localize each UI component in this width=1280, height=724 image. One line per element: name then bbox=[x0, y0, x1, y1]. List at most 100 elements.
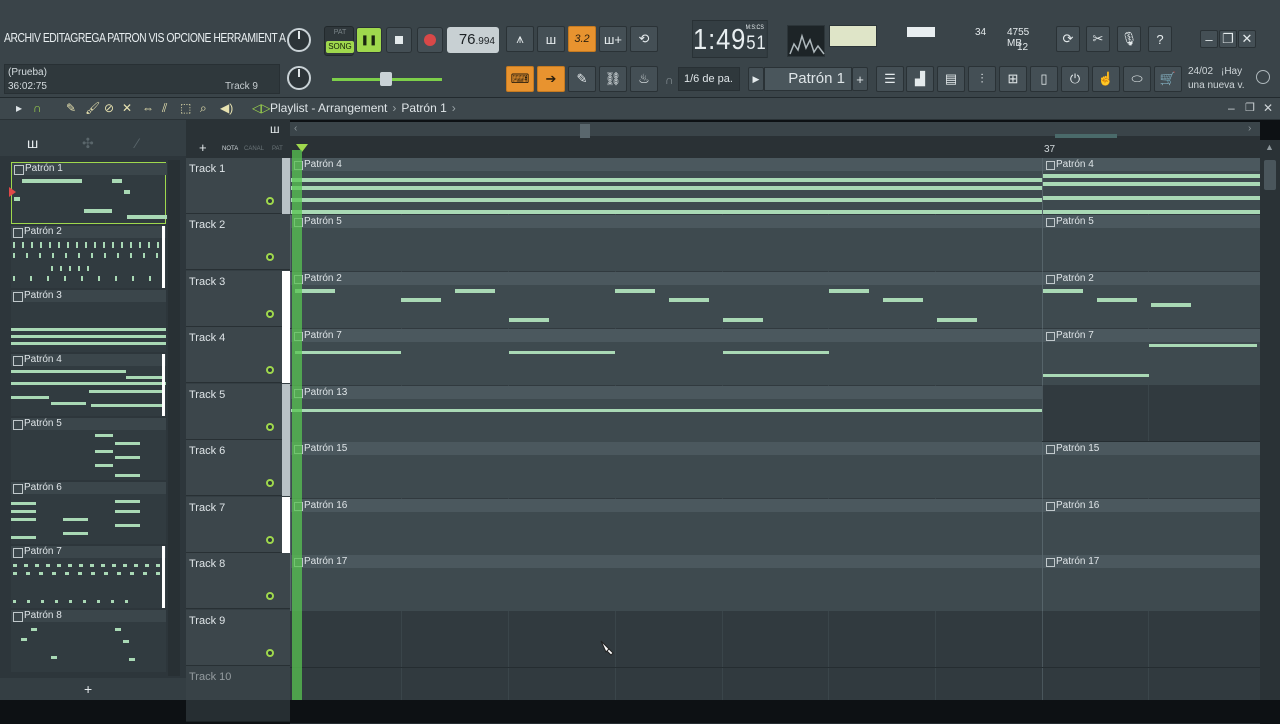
pattern-thumb-4[interactable]: Patrón 4 bbox=[11, 354, 166, 416]
scrollbar-thumb[interactable] bbox=[1264, 160, 1276, 190]
plugin-picker-button[interactable]: ⏻ bbox=[1061, 66, 1089, 92]
playlist-minimize-icon[interactable]: – bbox=[1228, 101, 1235, 115]
mute-tool-icon[interactable]: ✕ bbox=[122, 101, 132, 115]
track-header-5[interactable]: Track 5 bbox=[186, 384, 290, 440]
lane-track-6[interactable]: Patrón 15 Patrón 15 bbox=[290, 442, 1260, 498]
track-mute-led[interactable] bbox=[266, 366, 274, 374]
track-mute-led[interactable] bbox=[266, 310, 274, 318]
add-pattern-footer-button[interactable]: + bbox=[84, 681, 92, 697]
typing-keyboard-button[interactable]: ⌨ bbox=[506, 66, 534, 92]
lane-track-1[interactable]: Patrón 4 Patrón 4 bbox=[290, 158, 1260, 214]
overview-handle[interactable] bbox=[580, 124, 590, 138]
pattern-thumb-5[interactable]: Patrón 5 bbox=[11, 418, 166, 480]
clip-track-3-b[interactable]: Patrón 2 bbox=[1042, 272, 1260, 328]
playlist-arrangement[interactable]: Patrón 4 Patrón 4 Patrón 5 Patrón 5 Patr… bbox=[290, 158, 1260, 724]
step-edit-button[interactable]: ш+ bbox=[599, 26, 627, 52]
wait-input-button[interactable]: ш bbox=[537, 26, 565, 52]
playlist-maximize-icon[interactable]: ❐ bbox=[1245, 101, 1255, 114]
clip-track-2-a[interactable]: Patrón 5 bbox=[290, 215, 1042, 271]
pause-button[interactable]: ❚❚ bbox=[356, 27, 382, 53]
tempo-tapper-button[interactable]: ⬭ bbox=[1123, 66, 1151, 92]
track-header-1[interactable]: Track 1 bbox=[186, 158, 290, 214]
lane-track-3[interactable]: Patrón 2 Patrón 2 bbox=[290, 272, 1260, 328]
playlist-close-icon[interactable]: ✕ bbox=[1263, 101, 1273, 115]
tab-pat[interactable]: PAT bbox=[272, 146, 283, 152]
track-mute-led[interactable] bbox=[266, 536, 274, 544]
link-button[interactable]: ⛓ bbox=[599, 66, 627, 92]
browser-button[interactable]: ⊞ bbox=[999, 66, 1027, 92]
track-mute-led[interactable] bbox=[266, 423, 274, 431]
scroll-left-icon[interactable]: ‹ bbox=[294, 123, 297, 134]
clip-track-1-a[interactable]: Patrón 4 bbox=[290, 158, 1042, 214]
clip-track-4-b[interactable]: Patrón 7 bbox=[1042, 329, 1260, 385]
record-button[interactable] bbox=[417, 27, 443, 53]
tab-canal[interactable]: CANAL bbox=[244, 146, 264, 152]
channel-rack-button[interactable]: ▤ bbox=[937, 66, 965, 92]
track-header-10[interactable]: Track 10 bbox=[186, 666, 290, 722]
volume-slider-handle[interactable] bbox=[380, 72, 392, 86]
slip-tool-icon[interactable]: ⇔ bbox=[142, 101, 154, 115]
cut-tool-button[interactable]: ✂ bbox=[1086, 26, 1110, 52]
snap-select[interactable]: 1/6 de pa. bbox=[678, 67, 740, 91]
track-mute-led[interactable] bbox=[266, 649, 274, 657]
clip-track-1-b[interactable]: Patrón 4 bbox=[1042, 158, 1260, 214]
lane-track-9[interactable] bbox=[290, 612, 1260, 668]
pat-song-toggle[interactable]: PAT SONG bbox=[324, 26, 354, 56]
minimize-button[interactable]: – bbox=[1200, 30, 1218, 48]
playlist-menu-arrow-icon[interactable]: ▸ bbox=[16, 101, 22, 115]
piano-icon[interactable]: ш bbox=[270, 122, 280, 136]
scroll-up-icon[interactable]: ▲ bbox=[1265, 142, 1274, 152]
slice-tool-icon[interactable]: ⫽ bbox=[162, 101, 167, 116]
track-mute-led[interactable] bbox=[266, 479, 274, 487]
magnet-snap-icon[interactable]: ∩ bbox=[33, 101, 42, 115]
scroll-right-icon[interactable]: › bbox=[1248, 123, 1251, 134]
audio-picker-icon[interactable]: ✣ bbox=[82, 135, 94, 152]
track-header-6[interactable]: Track 6 bbox=[186, 440, 290, 496]
timeline-ruler[interactable]: ‹ › 37 bbox=[290, 122, 1260, 158]
news-next-icon[interactable] bbox=[1256, 70, 1270, 84]
pattern-thumb-6[interactable]: Patrón 6 bbox=[11, 482, 166, 544]
playlist-vertical-scrollbar[interactable]: ▲ bbox=[1260, 140, 1280, 700]
main-menu[interactable]: ARCHIV EDITAGREGA PATRON VIS OPCIONE HER… bbox=[4, 30, 286, 45]
select-tool-icon[interactable]: ⬚ bbox=[180, 101, 191, 115]
pattern-thumb-8[interactable]: Patrón 8 bbox=[11, 610, 166, 672]
lane-track-2[interactable]: Patrón 5 Patrón 5 bbox=[290, 215, 1260, 271]
master-pitch-knob[interactable] bbox=[287, 66, 311, 90]
help-button[interactable]: ? bbox=[1148, 26, 1172, 52]
track-header-8[interactable]: Track 8 bbox=[186, 553, 290, 609]
brush-tool-button[interactable]: ✎ bbox=[568, 66, 596, 92]
pattern-prev-button[interactable]: ▶ bbox=[748, 67, 764, 91]
master-volume-knob[interactable] bbox=[287, 28, 311, 52]
record-audio-button[interactable]: 🎙 bbox=[1117, 26, 1141, 52]
zoom-tool-icon[interactable]: ⌕ bbox=[200, 101, 207, 116]
stop-button[interactable] bbox=[386, 27, 412, 53]
arrow-button[interactable]: ➔ bbox=[537, 66, 565, 92]
piano-picker-icon[interactable]: ш bbox=[27, 135, 38, 151]
playlist-button[interactable]: ☰ bbox=[876, 66, 904, 92]
pattern-thumb-1[interactable]: Patrón 1 bbox=[11, 162, 167, 224]
playlist-arrows-icon[interactable]: ◁▷ bbox=[252, 101, 270, 115]
picker-scrollbar[interactable] bbox=[168, 160, 180, 676]
add-pattern-button[interactable]: + bbox=[852, 67, 868, 91]
track-mute-led[interactable] bbox=[266, 253, 274, 261]
clip-track-8-b[interactable]: Patrón 17 bbox=[1042, 555, 1260, 611]
clip-track-7-b[interactable]: Patrón 16 bbox=[1042, 499, 1260, 555]
clip-track-4-a[interactable]: Patrón 7 bbox=[290, 329, 1042, 385]
playback-tool-icon[interactable]: ◀) bbox=[220, 101, 233, 115]
track-header-2[interactable]: Track 2 bbox=[186, 214, 290, 270]
mixer-button[interactable]: ⫶ bbox=[968, 66, 996, 92]
shop-button[interactable]: 🛒 bbox=[1154, 66, 1182, 92]
clip-track-8-a[interactable]: Patrón 17 bbox=[290, 555, 1042, 611]
lane-track-8[interactable]: Patrón 17 Patrón 17 bbox=[290, 555, 1260, 611]
track-header-3[interactable]: Track 3 bbox=[186, 271, 290, 327]
pattern-selector[interactable]: Patrón 1 bbox=[764, 67, 852, 91]
add-track-icon[interactable]: + bbox=[199, 140, 207, 155]
undo-button[interactable]: ⟳ bbox=[1056, 26, 1080, 52]
lane-track-10[interactable] bbox=[290, 668, 1260, 724]
track-mute-led[interactable] bbox=[266, 592, 274, 600]
automation-picker-icon[interactable]: ⁄ bbox=[136, 135, 138, 151]
track-header-4[interactable]: Track 4 bbox=[186, 327, 290, 383]
track-header-7[interactable]: Track 7 bbox=[186, 497, 290, 553]
touch-controller-button[interactable]: ☝ bbox=[1092, 66, 1120, 92]
pattern-thumb-7[interactable]: Patrón 7 bbox=[11, 546, 166, 608]
